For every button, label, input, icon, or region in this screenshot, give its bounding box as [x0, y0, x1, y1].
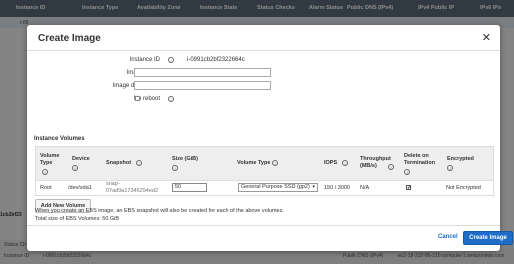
close-icon[interactable]: ✕	[482, 31, 491, 44]
chevron-down-icon: ▾	[312, 184, 315, 190]
instance-id-value: i-0991cb2bf2322664c	[187, 57, 245, 63]
snapshot-note: When you create an EBS image, an EBS sna…	[35, 208, 284, 214]
row-throughput: N/A	[360, 185, 370, 191]
size-input[interactable]: 50	[172, 183, 207, 192]
delete-on-termination-checkbox[interactable]: ✓	[406, 185, 411, 191]
snapshot-info-icon[interactable]: i	[136, 160, 142, 166]
th-snapshot: Snapshot	[106, 160, 132, 166]
volume-type-select[interactable]: General Purpose SSD (gp2) ▾	[238, 183, 318, 192]
iops-info-icon[interactable]: i	[342, 160, 348, 166]
instance-id-info-icon[interactable]: i	[168, 57, 174, 63]
volume-type-select-value: General Purpose SSD (gp2)	[241, 184, 310, 190]
image-description-input[interactable]	[134, 81, 271, 90]
footer-divider	[27, 225, 500, 226]
instance-volumes-table: Volume Type i Device i Snapshot i Size (…	[35, 146, 494, 196]
volumes-table-header: Volume Type i Device i Snapshot i Size (…	[36, 147, 493, 181]
row-iops: 150 / 3000	[324, 185, 350, 191]
row-device: /dev/sda1	[68, 185, 92, 191]
device-info-icon[interactable]: i	[72, 165, 78, 171]
delete-on-termination-info-icon[interactable]: i	[404, 169, 410, 175]
row-snapshot-line2: 07ad9a17346294ed2	[106, 188, 159, 194]
instance-volumes-title: Instance Volumes	[34, 136, 85, 142]
size-info-icon[interactable]: i	[172, 165, 178, 171]
th-size: Size (GiB)	[172, 156, 198, 162]
volume-type-2-info-icon[interactable]: i	[272, 160, 278, 166]
cancel-button[interactable]: Cancel	[438, 234, 458, 240]
row-snapshot-line1: snap-	[106, 181, 120, 187]
row-volume-type: Root	[40, 185, 52, 191]
row-encrypted: Not Encrypted	[446, 185, 481, 191]
th-delete-on-termination: Delete on Termination	[404, 153, 436, 166]
create-image-dialog: Create Image ✕ Instance ID i i-0991cb2bf…	[27, 25, 513, 251]
th-volume-type: Volume Type	[40, 153, 60, 166]
th-iops: IOPS	[324, 160, 338, 166]
encrypted-info-icon[interactable]: i	[447, 165, 453, 171]
image-name-input[interactable]	[134, 68, 271, 77]
total-size-note: Total size of EBS Volumes: 50 GiB	[35, 216, 120, 222]
throughput-info-icon[interactable]: i	[388, 164, 394, 170]
create-image-button[interactable]: Create Image	[463, 231, 513, 245]
no-reboot-checkbox[interactable]	[135, 96, 140, 101]
no-reboot-info-icon[interactable]: i	[168, 96, 174, 102]
dialog-title: Create Image	[38, 33, 101, 44]
th-volume-type-2: Volume Type	[237, 160, 271, 166]
th-device: Device	[72, 156, 90, 162]
volume-type-info-icon[interactable]: i	[42, 169, 48, 175]
th-encrypted: Encrypted	[447, 156, 474, 162]
header-divider	[27, 50, 500, 51]
instance-id-label: Instance ID	[129, 57, 160, 63]
